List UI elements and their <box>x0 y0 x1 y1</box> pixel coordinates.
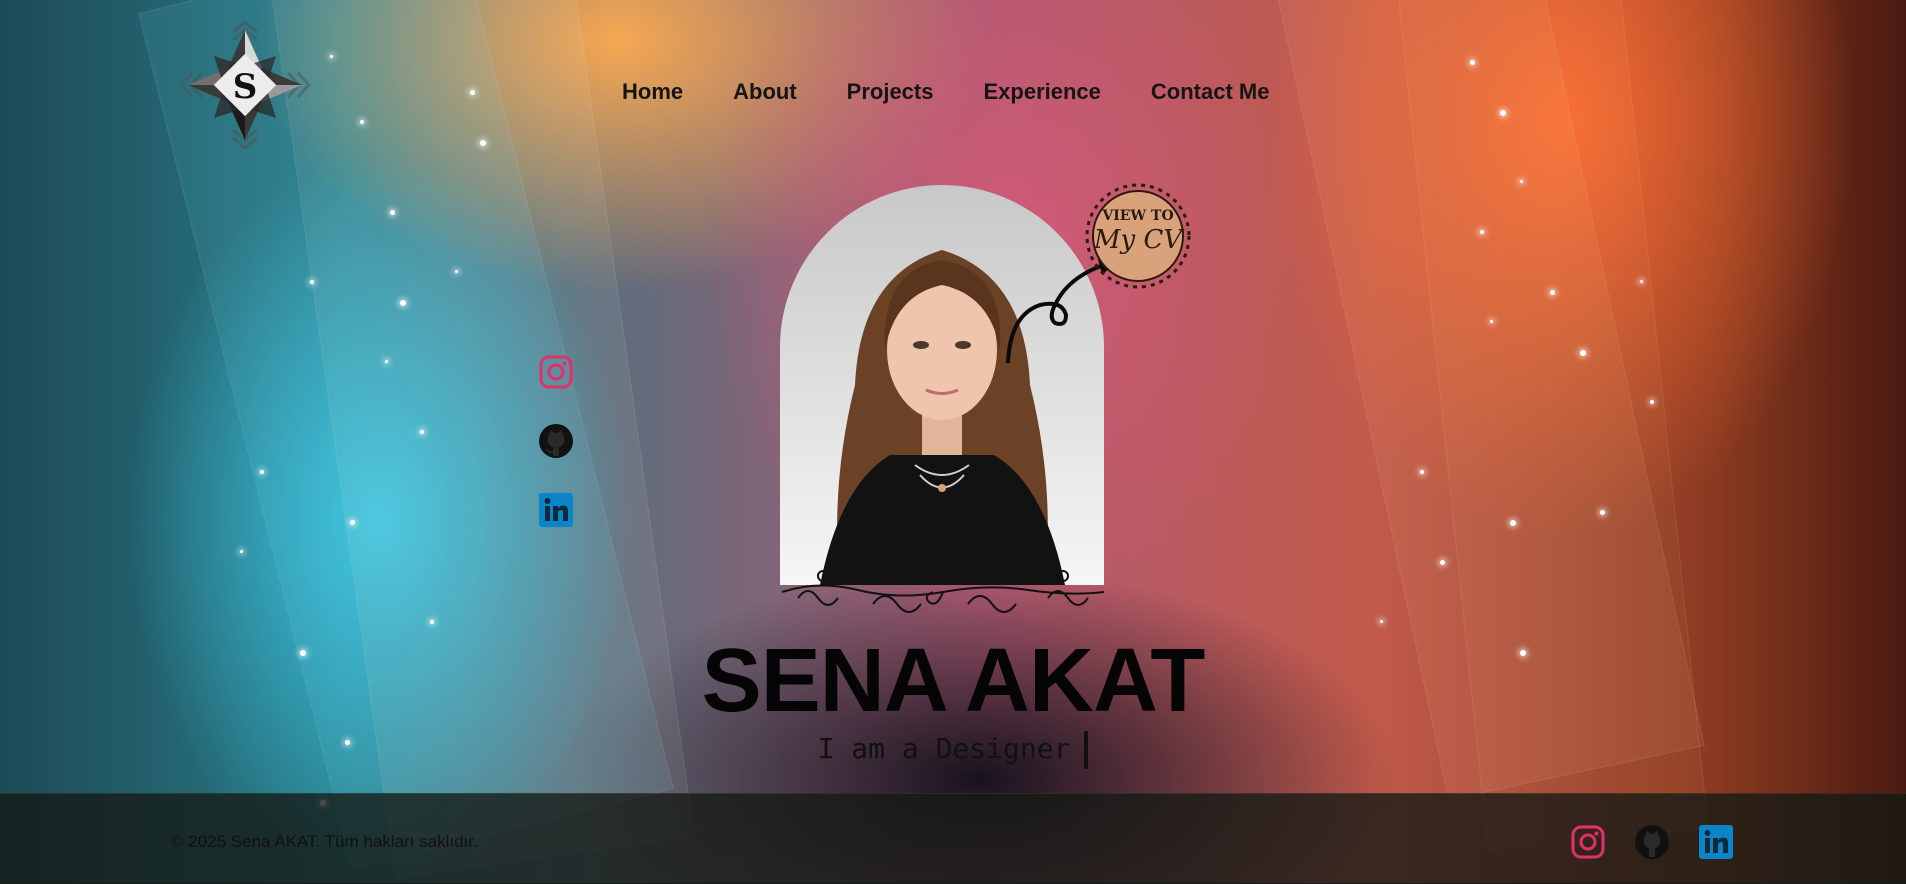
nav-home[interactable]: Home <box>622 79 683 105</box>
tagline-text: I am a Designer <box>817 732 1071 765</box>
copyright-text: © 2025 Sena AKAT. Tüm hakları saklıdır. <box>171 832 478 851</box>
hero-name: SENA AKAT <box>701 631 1206 731</box>
sparkle-dot <box>360 120 364 124</box>
footer: © 2025 Sena AKAT. Tüm hakları saklıdır. <box>0 793 1906 884</box>
nav-projects[interactable]: Projects <box>847 79 934 105</box>
sparkle-dot <box>310 280 314 284</box>
sparkle-dot <box>1490 320 1493 323</box>
sparkle-dot <box>430 620 434 624</box>
hero-tagline: I am a Designer <box>0 731 1906 769</box>
photo-ornament <box>781 570 1105 613</box>
sparkle-dot <box>390 210 395 215</box>
sparkle-dot <box>1480 230 1484 234</box>
sparkle-dot <box>1520 180 1523 183</box>
sparkle-dot <box>420 430 424 434</box>
view-cv-badge[interactable]: VIEW TO My CV <box>1082 176 1194 296</box>
github-icon[interactable] <box>1634 824 1670 860</box>
sparkle-dot <box>1500 110 1506 116</box>
instagram-icon[interactable] <box>538 354 574 390</box>
sparkle-dot <box>385 360 388 363</box>
sparkle-dot <box>1420 470 1424 474</box>
sparkle-dot <box>1580 350 1586 356</box>
sparkle-dot <box>455 270 458 273</box>
nav-contact-me[interactable]: Contact Me <box>1151 79 1270 105</box>
linkedin-icon[interactable] <box>538 492 574 528</box>
instagram-icon[interactable] <box>1570 824 1606 860</box>
main-nav: Home About Projects Experience Contact M… <box>622 79 1269 105</box>
nav-about[interactable]: About <box>733 79 797 105</box>
sparkle-dot <box>1510 520 1516 526</box>
github-icon[interactable] <box>538 423 574 459</box>
sparkle-dot <box>470 90 475 95</box>
site-logo[interactable]: S <box>178 20 312 150</box>
cv-badge-top-text: VIEW TO <box>1101 208 1173 224</box>
sparkle-dot <box>1470 60 1475 65</box>
sparkle-dot <box>1380 620 1383 623</box>
sparkle-dot <box>260 470 264 474</box>
nav-experience[interactable]: Experience <box>983 79 1100 105</box>
cv-badge-main-text: My CV <box>1093 225 1184 255</box>
footer-social-links <box>1570 824 1734 860</box>
sparkle-dot <box>1600 510 1605 515</box>
sparkle-dot <box>1640 280 1643 283</box>
sparkle-dot <box>330 55 333 58</box>
sparkle-dot <box>1650 400 1654 404</box>
sparkle-dot <box>240 550 243 553</box>
sparkle-dot <box>400 300 406 306</box>
sparkle-dot <box>350 520 355 525</box>
sparkle-dot <box>1440 560 1445 565</box>
logo-letter: S <box>233 67 258 107</box>
linkedin-icon[interactable] <box>1698 824 1734 860</box>
sparkle-dot <box>1550 290 1555 295</box>
sparkle-dot <box>480 140 486 146</box>
hero-social-links <box>538 354 574 528</box>
typing-caret <box>1084 731 1089 769</box>
